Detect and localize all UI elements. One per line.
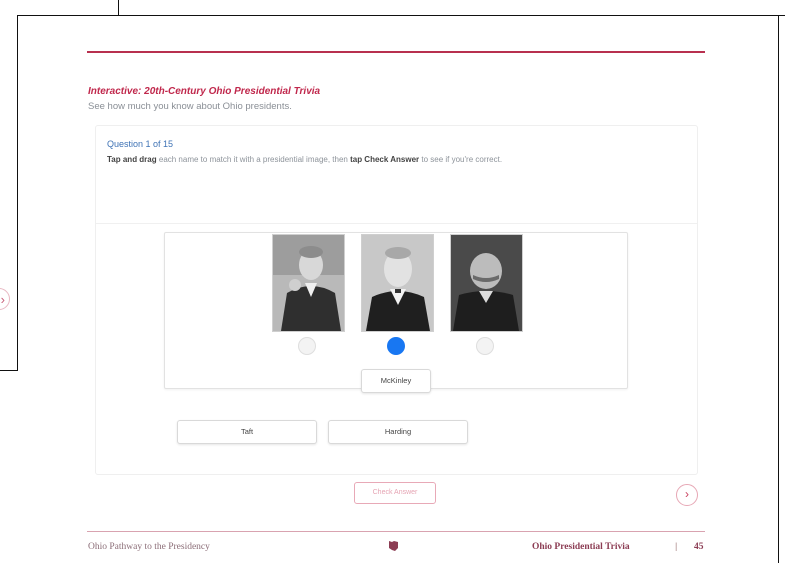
name-chip-placed[interactable]: McKinley <box>361 369 431 393</box>
name-chip[interactable]: Taft <box>177 420 317 444</box>
president-portrait <box>272 234 345 332</box>
scan-border-line <box>118 0 119 15</box>
quiz-panel: Question 1 of 15 Tap and drag each name … <box>95 125 698 475</box>
instruction-text: to see if you're correct. <box>419 155 503 164</box>
question-counter: Question 1 of 15 <box>107 139 174 149</box>
matching-area: McKinley <box>164 232 628 393</box>
instruction-emphasis: tap Check Answer <box>350 155 420 164</box>
footer-chapter-title: Ohio Presidential Trivia <box>532 542 630 552</box>
instruction-text: each name to match it with a presidentia… <box>156 155 351 164</box>
panel-divider <box>96 223 697 224</box>
scan-border-line <box>778 15 779 563</box>
scan-border-line <box>17 15 785 16</box>
footer-separator: | <box>675 541 678 551</box>
scan-border-line <box>0 370 18 371</box>
drop-target-selected[interactable] <box>387 337 405 355</box>
chevron-left-icon: › <box>0 292 5 307</box>
check-answer-button[interactable]: Check Answer <box>354 482 436 504</box>
next-question-button[interactable]: › <box>676 484 698 506</box>
drop-target[interactable] <box>298 337 316 355</box>
chevron-right-icon: › <box>685 487 689 501</box>
president-portrait <box>450 234 523 332</box>
scan-border-line <box>17 15 18 370</box>
name-chip[interactable]: Harding <box>328 420 468 444</box>
section-subtitle: See how much you know about Ohio preside… <box>88 101 292 112</box>
previous-page-button[interactable]: › <box>0 288 10 310</box>
ohio-emblem-icon <box>389 541 398 551</box>
header-rule <box>87 51 705 53</box>
footer-book-title: Ohio Pathway to the Presidency <box>88 542 210 552</box>
instruction-emphasis: Tap and drag <box>107 155 157 164</box>
section-title: Interactive: 20th-Century Ohio President… <box>88 86 321 97</box>
footer-rule <box>87 531 705 532</box>
question-instruction: Tap and drag each name to match it with … <box>107 155 502 164</box>
drop-target[interactable] <box>476 337 494 355</box>
page-number: 45 <box>694 542 704 552</box>
president-portrait <box>361 234 434 332</box>
